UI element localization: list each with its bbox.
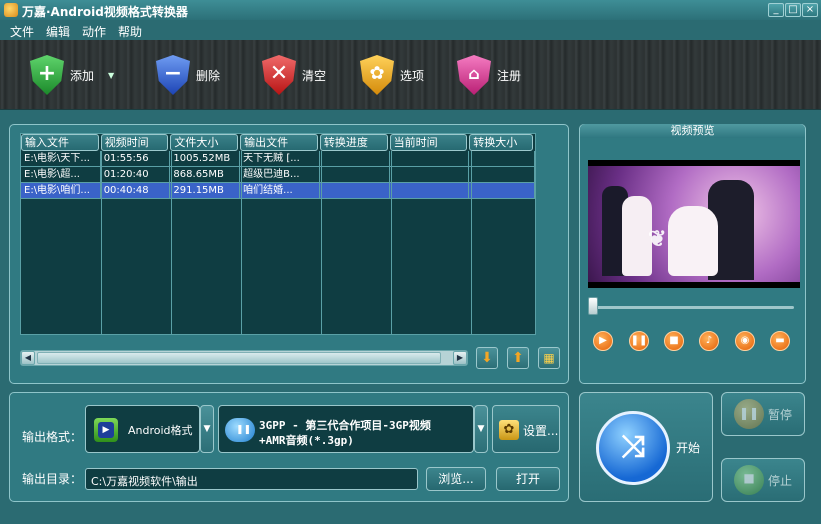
menu-file[interactable]: 文件 — [10, 23, 34, 40]
format-select[interactable]: ❚❚ 3GPP - 第三代合作项目-3GP视频 +AMR音频(*.3gp) — [218, 405, 474, 453]
arrow-up-icon: ⬆ — [512, 350, 524, 366]
file-list[interactable]: 输入文件 视频时间 文件大小 输出文件 转换进度 当前时间 转换大小 E:\电影… — [20, 133, 536, 335]
browse-button[interactable]: 浏览... — [426, 467, 486, 491]
remove-icon: − — [154, 53, 194, 97]
shuffle-icon: ⤨ — [596, 411, 670, 485]
settings-button[interactable]: ✿ 设置... — [492, 405, 560, 453]
menu-action[interactable]: 动作 — [82, 23, 106, 40]
table-row[interactable]: E:\电影\天下... 01:55:56 1005.52MB 天下无贼 [... — [21, 151, 535, 167]
pause-label: 暂停 — [768, 408, 793, 422]
camera-icon[interactable]: ◉ — [735, 331, 755, 351]
minimize-button[interactable]: _ — [768, 3, 784, 17]
menu-bar: 文件 编辑 动作 帮助 — [0, 20, 821, 40]
col-converted-size[interactable]: 转换大小 — [469, 134, 534, 151]
output-dir-value: C:\万嘉视频软件\输出 — [91, 475, 198, 488]
clear-icon: ✕ — [260, 53, 300, 97]
seek-slider-track[interactable] — [590, 306, 794, 309]
register-label: 注册 — [497, 68, 522, 83]
scroll-left-button[interactable]: ◀ — [21, 351, 35, 365]
pause-icon[interactable]: ❚❚ — [629, 331, 649, 351]
format-dropdown-button[interactable]: ▼ — [474, 405, 488, 453]
merge-button[interactable]: ▦ — [538, 347, 560, 369]
stop-icon[interactable]: ■ — [664, 331, 684, 351]
col-input-file[interactable]: 输入文件 — [21, 134, 99, 151]
profile-dropdown-button[interactable]: ▼ — [200, 405, 214, 453]
start-label: 开始 — [676, 441, 701, 455]
move-up-button[interactable]: ⬆ — [507, 347, 529, 369]
col-output-file[interactable]: 输出文件 — [240, 134, 318, 151]
close-button[interactable]: × — [802, 3, 818, 17]
basket-icon: ⌂ — [455, 53, 495, 97]
menu-edit[interactable]: 编辑 — [46, 23, 70, 40]
format-icon: ❚❚ — [225, 418, 255, 442]
pause-circle-icon: ❚❚ — [734, 399, 764, 429]
app-icon — [4, 3, 18, 17]
clear-button[interactable]: ✕ 清空 — [260, 50, 326, 100]
scroll-right-button[interactable]: ▶ — [453, 351, 467, 365]
options-icon: ✿ — [358, 53, 398, 97]
video-frame-image: ❦ — [588, 166, 800, 282]
col-current-time[interactable]: 当前时间 — [389, 134, 468, 151]
move-down-button[interactable]: ⬇ — [476, 347, 498, 369]
output-dir-label: 输出目录： — [22, 472, 83, 486]
col-video-time[interactable]: 视频时间 — [100, 134, 169, 151]
format-line2: +AMR音频(*.3gp) — [259, 434, 354, 447]
options-button[interactable]: ✿ 选项 — [358, 50, 424, 100]
title-bar: 万嘉·Android视频格式转换器 _ □ × — [0, 0, 821, 20]
clear-label: 清空 — [302, 68, 327, 83]
menu-help[interactable]: 帮助 — [118, 23, 142, 40]
profile-value: Android格式 — [128, 424, 193, 437]
volume-icon[interactable]: ♪ — [699, 331, 719, 351]
video-overlay-graphic: ❦ — [648, 226, 667, 252]
folder-icon[interactable]: ▬ — [770, 331, 790, 351]
remove-label: 删除 — [196, 68, 221, 83]
android-icon: ▶ — [94, 418, 118, 442]
output-dir-field[interactable]: C:\万嘉视频软件\输出 — [85, 468, 418, 490]
col-file-size[interactable]: 文件大小 — [170, 134, 239, 151]
maximize-button[interactable]: □ — [785, 3, 801, 17]
window-title: 万嘉·Android视频格式转换器 — [22, 5, 188, 19]
table-row-selected[interactable]: E:\电影\咱们... 00:40:48 291.15MB 咱们结婚... — [21, 183, 535, 199]
toolbar: + 添加 ▼ − 删除 ✕ 清空 ✿ 选项 ⌂ 注册 — [0, 40, 821, 110]
output-format-label: 输出格式： — [22, 430, 83, 444]
horizontal-scrollbar[interactable]: ◀ ▶ — [20, 350, 468, 366]
pause-button[interactable]: ❚❚ 暂停 — [721, 392, 805, 436]
seek-slider-knob[interactable] — [588, 297, 598, 315]
add-button[interactable]: + 添加 ▼ — [28, 50, 114, 100]
table-row[interactable]: E:\电影\超... 01:20:40 868.65MB 超级巴迪B... — [21, 167, 535, 183]
add-icon: + — [28, 53, 68, 97]
remove-button[interactable]: − 删除 — [154, 50, 220, 100]
gear-icon: ✿ — [499, 420, 519, 440]
arrow-down-icon: ⬇ — [481, 350, 493, 366]
col-progress[interactable]: 转换进度 — [319, 134, 388, 151]
stop-circle-icon: ■ — [734, 465, 764, 495]
scroll-thumb[interactable] — [37, 352, 441, 364]
play-icon[interactable]: ▶ — [593, 331, 613, 351]
video-preview: ❦ — [588, 160, 800, 288]
add-dropdown-icon[interactable]: ▼ — [108, 71, 114, 80]
film-icon: ▦ — [543, 351, 555, 365]
start-button[interactable]: ⤨ 开始 — [579, 392, 713, 502]
list-header: 输入文件 视频时间 文件大小 输出文件 转换进度 当前时间 转换大小 — [21, 134, 535, 151]
format-line1: 3GPP - 第三代合作项目-3GP视频 — [259, 419, 431, 432]
register-button[interactable]: ⌂ 注册 — [455, 50, 521, 100]
add-label: 添加 — [70, 68, 95, 83]
profile-select[interactable]: ▶ Android格式 — [85, 405, 200, 453]
options-label: 选项 — [400, 68, 425, 83]
preview-title: 视频预览 — [580, 124, 805, 138]
stop-button[interactable]: ■ 停止 — [721, 458, 805, 502]
open-button[interactable]: 打开 — [496, 467, 560, 491]
settings-label: 设置... — [523, 424, 559, 438]
stop-label: 停止 — [768, 474, 793, 488]
